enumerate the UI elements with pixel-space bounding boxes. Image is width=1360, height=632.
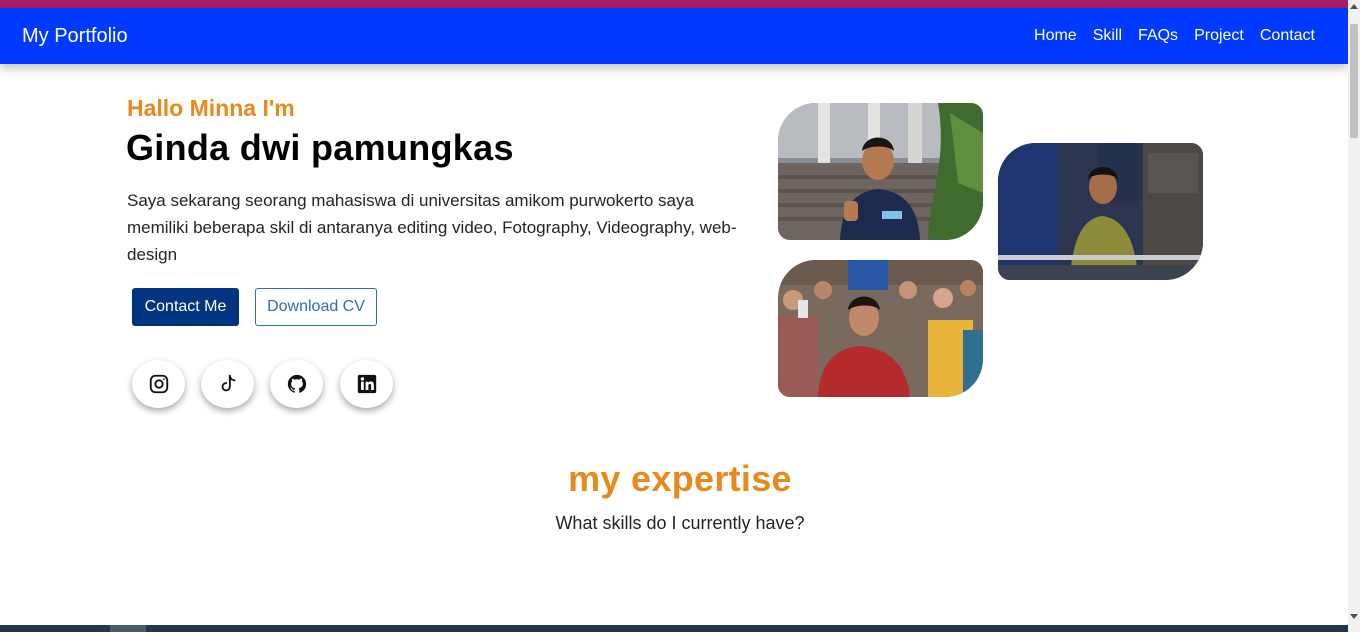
photo-red-jacket — [778, 260, 983, 397]
linkedin-link[interactable] — [340, 360, 393, 408]
navbar: My Portfolio Home Skill FAQs Project Con… — [0, 8, 1348, 64]
hero-greeting: Hallo Minna I'm — [127, 95, 295, 121]
instagram-icon — [149, 374, 168, 394]
photo-thumbs-up — [778, 103, 983, 240]
page: My Portfolio Home Skill FAQs Project Con… — [0, 0, 1360, 632]
nav-link-skill[interactable]: Skill — [1093, 27, 1122, 45]
expertise-subtitle: What skills do I currently have? — [555, 513, 805, 533]
linkedin-icon — [357, 374, 376, 394]
download-cv-button[interactable]: Download CV — [255, 288, 377, 326]
tiktok-icon — [221, 374, 235, 392]
tiktok-link[interactable] — [201, 360, 254, 408]
nav-link-contact[interactable]: Contact — [1260, 27, 1315, 45]
nav-link-faqs[interactable]: FAQs — [1138, 27, 1178, 45]
photo-railing — [998, 143, 1203, 280]
nav-links: Home Skill FAQs Project Contact — [1034, 27, 1315, 45]
brand-logo[interactable]: My Portfolio — [22, 25, 128, 48]
next-section-band — [0, 625, 1348, 632]
next-section-mark — [110, 625, 146, 632]
page-scrollbar[interactable] — [1348, 0, 1360, 632]
scroll-up-arrow-icon[interactable] — [1350, 4, 1358, 9]
hero-name: Ginda dwi pamungkas — [126, 127, 514, 168]
contact-me-button[interactable]: Contact Me — [132, 288, 239, 326]
instagram-link[interactable] — [132, 360, 185, 408]
expertise-title: my expertise — [568, 458, 792, 499]
github-link[interactable] — [270, 360, 323, 408]
nav-link-project[interactable]: Project — [1194, 27, 1244, 45]
nav-link-home[interactable]: Home — [1034, 27, 1077, 45]
github-icon — [287, 374, 306, 393]
top-accent-strip — [0, 0, 1348, 8]
scroll-thumb[interactable] — [1350, 24, 1358, 138]
scroll-down-arrow-icon[interactable] — [1350, 614, 1358, 619]
hero-description: Saya sekarang seorang mahasiswa di unive… — [127, 191, 737, 264]
